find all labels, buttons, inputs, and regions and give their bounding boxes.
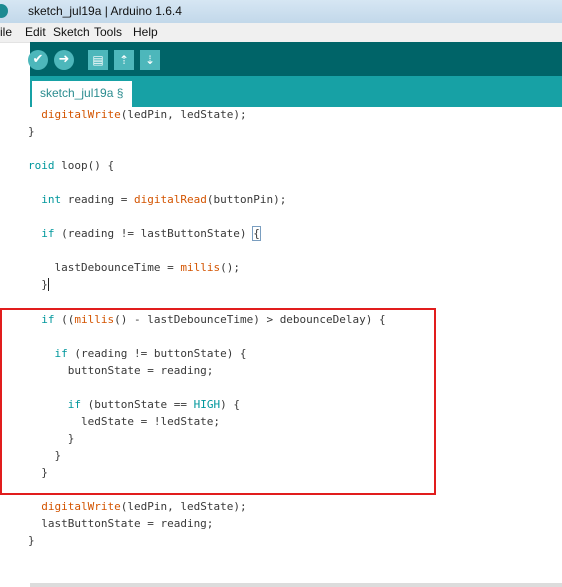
text-caret: } — [41, 278, 49, 291]
menu-file[interactable]: ile — [0, 25, 12, 39]
tab-bar: sketch_jul19a § — [30, 76, 562, 107]
verify-icon[interactable]: ✔ — [28, 50, 48, 70]
upload-icon[interactable]: ➜ — [54, 50, 74, 70]
code-line: roid loop() { — [28, 159, 115, 172]
annotation-highlight-box — [0, 308, 436, 495]
title-bar: sketch_jul19a | Arduino 1.6.4 — [0, 0, 562, 23]
menu-help[interactable]: Help — [133, 25, 158, 39]
code-line: digitalWrite(ledPin, ledState); — [41, 108, 247, 121]
window-title: sketch_jul19a | Arduino 1.6.4 — [28, 4, 182, 18]
tab-sketch-jul19a[interactable]: sketch_jul19a § — [32, 81, 132, 107]
new-sketch-icon[interactable]: ▤ — [88, 50, 108, 70]
menu-sketch[interactable]: Sketch — [53, 25, 90, 39]
menu-bar: ile Edit Sketch Tools Help — [0, 23, 562, 43]
arduino-app-icon — [0, 4, 8, 18]
open-sketch-icon[interactable]: ⇡ — [114, 50, 134, 70]
code-line: } — [28, 277, 49, 293]
code-line: lastDebounceTime = millis(); — [28, 261, 240, 274]
editor-bottom-divider — [30, 583, 562, 587]
code-line: } — [28, 534, 35, 547]
code-line: } — [28, 125, 35, 138]
code-line: if (reading != lastButtonState) { — [41, 226, 261, 241]
code-line: lastButtonState = reading; — [28, 517, 214, 530]
menu-edit[interactable]: Edit — [25, 25, 46, 39]
menu-tools[interactable]: Tools — [94, 25, 122, 39]
save-sketch-icon[interactable]: ⇣ — [140, 50, 160, 70]
code-line: int reading = digitalRead(buttonPin); — [41, 193, 287, 206]
toolbar: ✔ ➜ ▤ ⇡ ⇣ — [28, 42, 562, 76]
code-line: digitalWrite(ledPin, ledState); — [41, 500, 247, 513]
